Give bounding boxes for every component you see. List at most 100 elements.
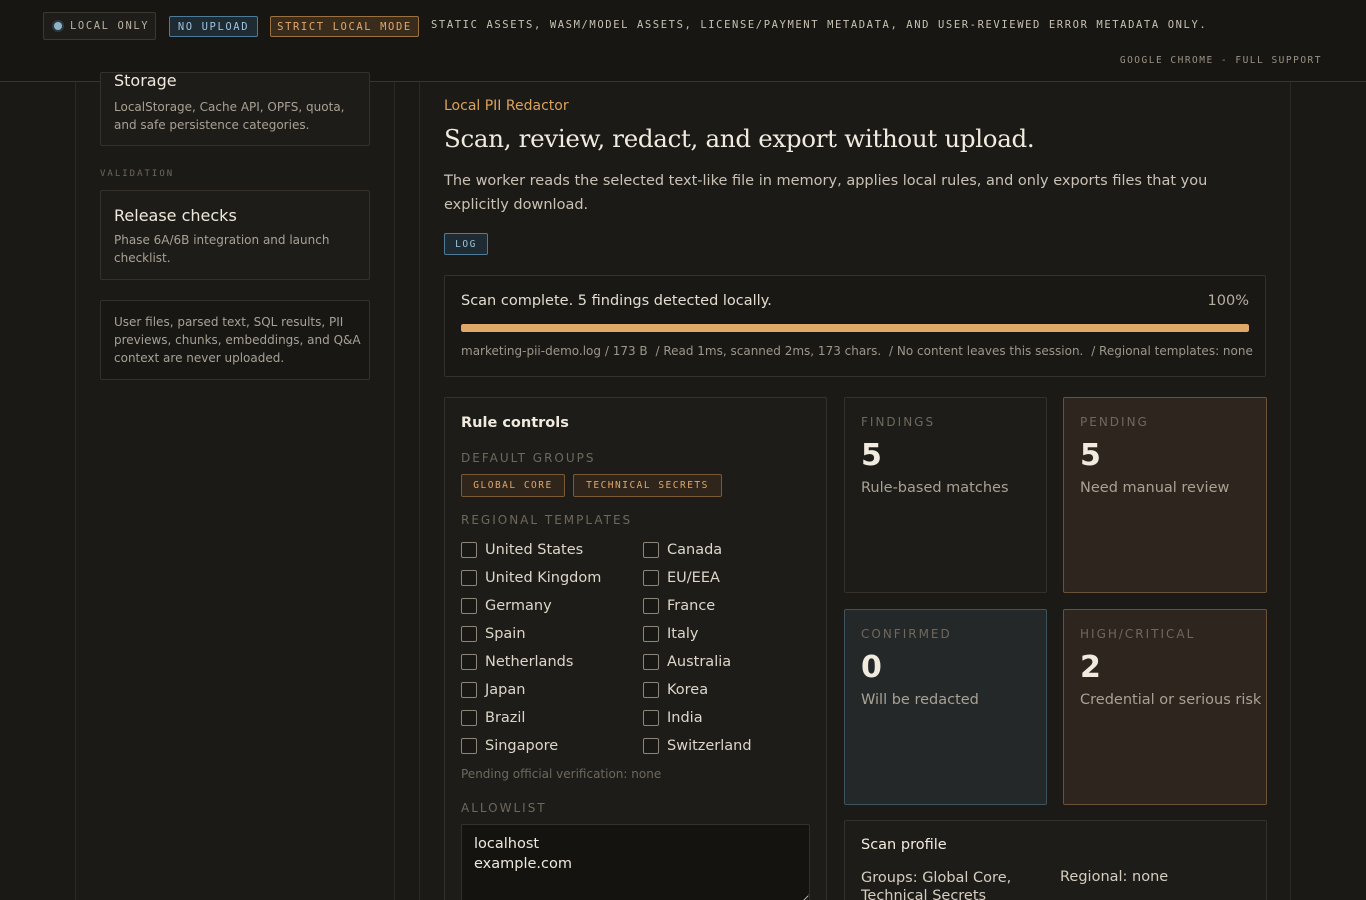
scan-progress-fill [461, 324, 1249, 332]
group-chip-global-core[interactable]: GLOBAL CORE [461, 474, 565, 497]
region-checkbox-singapore[interactable]: Singapore [461, 736, 558, 756]
nav-card-release-checks[interactable]: Release checks Phase 6A/6B integration a… [100, 190, 370, 280]
region-label: EU/EEA [667, 570, 720, 586]
region-checkbox-france[interactable]: France [643, 596, 715, 616]
scan-profile-title: Scan profile [861, 837, 947, 853]
checkbox[interactable] [643, 570, 659, 586]
checkbox[interactable] [643, 598, 659, 614]
region-label: Canada [667, 542, 723, 558]
stat-value: 0 [861, 650, 882, 685]
region-checkbox-india[interactable]: India [643, 708, 703, 728]
checkbox[interactable] [461, 626, 477, 642]
region-checkbox-united-states[interactable]: United States [461, 540, 583, 560]
checkbox[interactable] [643, 710, 659, 726]
rule-controls-panel: Rule controls DEFAULT GROUPS GLOBAL CORE… [444, 397, 827, 900]
rule-controls-title: Rule controls [461, 415, 569, 431]
scan-status-panel: Scan complete. 5 findings detected local… [444, 275, 1266, 377]
region-checkbox-korea[interactable]: Korea [643, 680, 708, 700]
checkbox[interactable] [643, 738, 659, 754]
stat-value: 5 [1080, 438, 1101, 473]
stat-desc: Credential or serious risk [1080, 692, 1262, 708]
region-checkbox-australia[interactable]: Australia [643, 652, 731, 672]
scan-profile-groups: Groups: Global Core, Technical Secrets [861, 870, 1012, 900]
region-checkbox-germany[interactable]: Germany [461, 596, 552, 616]
scan-meta-regional: / Regional templates: none [1091, 344, 1253, 358]
region-checkbox-spain[interactable]: Spain [461, 624, 526, 644]
scan-meta-privacy: / No content leaves this session. [889, 344, 1084, 358]
checkbox[interactable] [461, 570, 477, 586]
regional-templates-label: REGIONAL TEMPLATES [461, 513, 633, 527]
region-checkbox-japan[interactable]: Japan [461, 680, 525, 700]
scan-profile-regional: Regional: none [1060, 869, 1169, 885]
scan-status-text: Scan complete. 5 findings detected local… [461, 293, 772, 309]
region-label: France [667, 598, 716, 614]
network-policy-text: STATIC ASSETS, WASM/MODEL ASSETS, LICENS… [431, 19, 1208, 31]
strict-mode-badge: STRICT LOCAL MODE [270, 16, 419, 37]
region-checkbox-brazil[interactable]: Brazil [461, 708, 525, 728]
checkbox[interactable] [643, 626, 659, 642]
region-checkbox-italy[interactable]: Italy [643, 624, 698, 644]
checkbox[interactable] [461, 738, 477, 754]
region-label: Japan [485, 682, 526, 698]
resize-handle-icon[interactable] [795, 893, 809, 900]
stat-desc: Will be redacted [861, 692, 979, 708]
region-label: Switzerland [667, 738, 752, 754]
stat-label: PENDING [1080, 415, 1149, 429]
region-label: Korea [667, 682, 709, 698]
region-checkbox-eu-eea[interactable]: EU/EEA [643, 568, 720, 588]
stat-desc: Rule-based matches [861, 480, 1009, 496]
region-checkbox-united-kingdom[interactable]: United Kingdom [461, 568, 601, 588]
stat-card-findings: FINDINGS 5 Rule-based matches [844, 397, 1047, 593]
region-label: United States [485, 542, 584, 558]
section-label-validation: VALIDATION [100, 169, 175, 179]
checkbox[interactable] [643, 654, 659, 670]
nav-card-title: Release checks [114, 206, 237, 225]
privacy-note: User files, parsed text, SQL results, PI… [100, 300, 370, 380]
stat-label: FINDINGS [861, 415, 936, 429]
stat-value: 5 [861, 438, 882, 473]
region-label: United Kingdom [485, 570, 602, 586]
pending-verification-note: Pending official verification: none [461, 767, 662, 781]
privacy-note-text: User files, parsed text, SQL results, PI… [114, 315, 361, 365]
stat-card-pending: PENDING 5 Need manual review [1063, 397, 1267, 593]
region-checkbox-netherlands[interactable]: Netherlands [461, 652, 573, 672]
region-label: Brazil [485, 710, 526, 726]
checkbox[interactable] [461, 598, 477, 614]
allowlist-entry: example.com [474, 856, 572, 872]
region-checkbox-switzerland[interactable]: Switzerland [643, 736, 752, 756]
region-label: India [667, 710, 703, 726]
tool-eyebrow: Local PII Redactor [444, 98, 569, 114]
stat-desc: Need manual review [1080, 480, 1230, 496]
allowlist-textarea[interactable]: localhost example.com [461, 824, 810, 900]
checkbox[interactable] [461, 542, 477, 558]
nav-card-desc: LocalStorage, Cache API, OPFS, quota, an… [114, 100, 345, 132]
checkbox[interactable] [461, 710, 477, 726]
page-description: The worker reads the selected text-like … [444, 173, 1208, 213]
stat-label: CONFIRMED [861, 627, 952, 641]
region-label: Singapore [485, 738, 559, 754]
region-checkbox-canada[interactable]: Canada [643, 540, 722, 560]
allowlist-label: ALLOWLIST [461, 801, 547, 815]
file-type-tag: LOG [444, 233, 488, 255]
local-only-label: LOCAL ONLY [70, 20, 150, 32]
group-chip-technical-secrets[interactable]: TECHNICAL SECRETS [573, 474, 722, 497]
stat-label: HIGH/CRITICAL [1080, 627, 1196, 641]
region-label: Spain [485, 626, 526, 642]
no-upload-badge: NO UPLOAD [169, 16, 258, 37]
checkbox[interactable] [461, 682, 477, 698]
nav-card-storage[interactable]: Storage LocalStorage, Cache API, OPFS, q… [100, 72, 370, 146]
region-label: Australia [667, 654, 732, 670]
top-bar: LOCAL ONLY NO UPLOAD STRICT LOCAL MODE S… [0, 0, 1366, 82]
checkbox[interactable] [461, 654, 477, 670]
status-dot-icon [54, 22, 62, 30]
region-label: Germany [485, 598, 552, 614]
default-groups-label: DEFAULT GROUPS [461, 451, 596, 465]
checkbox[interactable] [643, 682, 659, 698]
stat-card-confirmed: CONFIRMED 0 Will be redacted [844, 609, 1047, 805]
sidebar: Storage LocalStorage, Cache API, OPFS, q… [75, 72, 395, 900]
scan-progress-bar [461, 324, 1249, 332]
checkbox[interactable] [643, 542, 659, 558]
scan-percent: 100% [1207, 293, 1249, 309]
nav-card-title: Storage [114, 72, 177, 90]
main-panel: Local PII Redactor Scan, review, redact,… [419, 82, 1291, 900]
